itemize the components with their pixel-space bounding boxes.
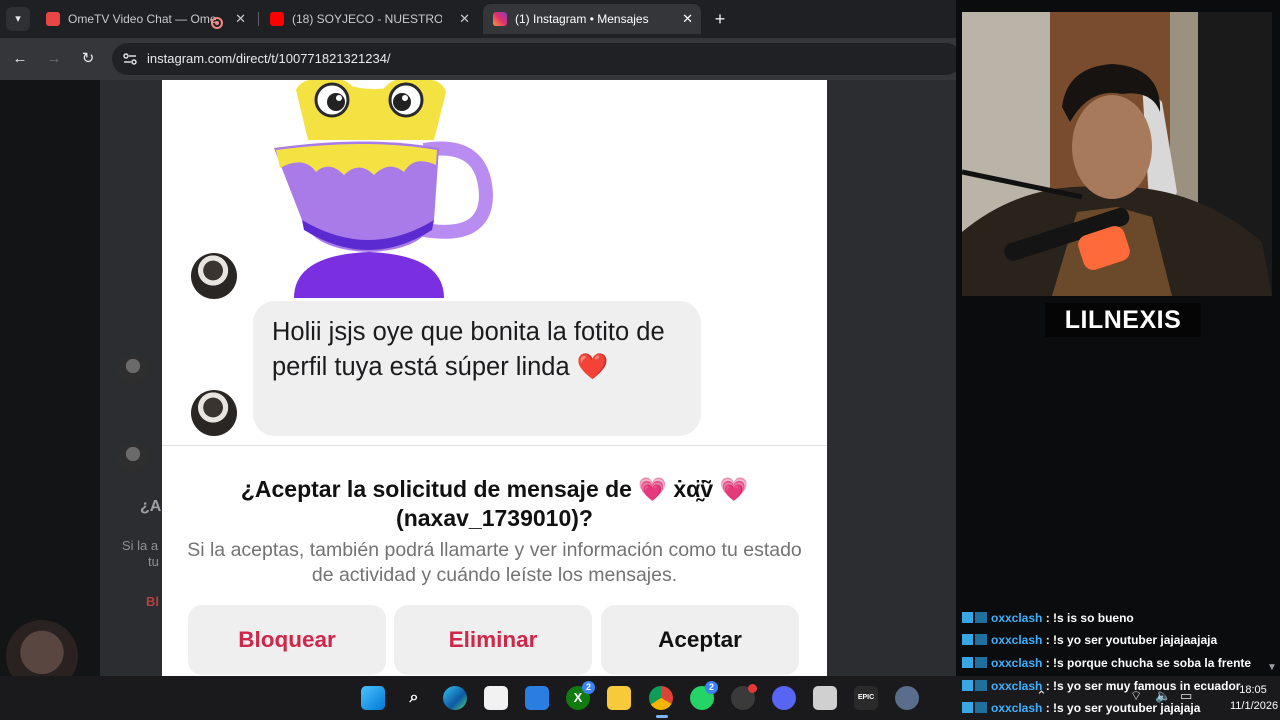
chat-badge-icon bbox=[975, 657, 987, 668]
store-icon[interactable] bbox=[484, 686, 508, 710]
chat-message: : !s yo ser muy famous in ecuador bbox=[1045, 679, 1241, 693]
chat-badge-icon bbox=[975, 702, 987, 713]
chat-badge-icon bbox=[962, 680, 973, 691]
active-app-indicator bbox=[656, 715, 668, 718]
background-text: tu bbox=[148, 554, 159, 569]
request-description: Si la aceptas, también podrá llamarte y … bbox=[187, 539, 802, 586]
app-icon[interactable] bbox=[525, 686, 549, 710]
chat-badge-icon bbox=[962, 634, 973, 645]
background-heading: ¿A bbox=[140, 498, 162, 515]
chat-message: : !s porque chucha se soba la frente bbox=[1045, 656, 1252, 670]
sender-avatar[interactable] bbox=[191, 253, 237, 299]
address-bar[interactable]: instagram.com/direct/t/100771821321234/ bbox=[112, 43, 962, 75]
request-title: ¿Aceptar la solicitud de mensaje de 💗 ẋα… bbox=[240, 476, 749, 531]
notification-badge: 2 bbox=[582, 681, 595, 694]
dim-sidebar bbox=[0, 80, 100, 676]
chat-message: : !s yo ser youtuber jajajaja bbox=[1045, 701, 1201, 715]
discord-icon[interactable] bbox=[772, 686, 796, 710]
close-icon[interactable]: ✕ bbox=[682, 4, 693, 34]
sender-avatar[interactable] bbox=[191, 390, 237, 436]
stream-chat-line: oxxclash : !s is so bueno bbox=[962, 609, 1134, 627]
ometv-icon bbox=[46, 12, 60, 26]
app-icon[interactable] bbox=[813, 686, 837, 710]
chat-badge-icon bbox=[975, 634, 987, 645]
chat-badge-icon bbox=[962, 657, 973, 668]
chat-message: : !s yo ser youtuber jajajaajaja bbox=[1045, 633, 1218, 647]
notification-dot bbox=[748, 684, 757, 693]
url-text: instagram.com/direct/t/100771821321234/ bbox=[147, 51, 391, 66]
chat-badge-icon bbox=[975, 612, 987, 623]
chat-username: oxxclash bbox=[991, 701, 1043, 715]
avatar bbox=[118, 442, 148, 472]
tab-search-button[interactable]: ▾ bbox=[6, 7, 30, 31]
chrome-icon[interactable] bbox=[649, 686, 673, 710]
background-action: Bl bbox=[146, 594, 159, 609]
streamer-name-label: LILNEXIS bbox=[1045, 303, 1201, 337]
epic-games-icon[interactable]: EPIC bbox=[854, 686, 878, 710]
file-explorer-icon[interactable] bbox=[607, 686, 631, 710]
message-text: Holii jsjs oye que bonita la fotito de p… bbox=[272, 318, 665, 381]
new-tab-button[interactable]: + bbox=[708, 7, 732, 31]
message-request-panel: Holii jsjs oye que bonita la fotito de p… bbox=[162, 80, 827, 676]
tab-youtube[interactable]: (18) SOYJECO - NUESTRO AMO ✕ bbox=[260, 4, 478, 34]
tab-ometv[interactable]: OmeTV Video Chat — Ome ✕ bbox=[36, 4, 254, 34]
site-info-icon[interactable] bbox=[122, 51, 138, 67]
stream-chat-line: oxxclash : !s yo ser muy famous in ecuad… bbox=[962, 677, 1240, 695]
chat-badge-icon bbox=[975, 680, 987, 691]
tab-instagram[interactable]: (1) Instagram • Mensajes ✕ bbox=[483, 4, 701, 34]
stream-chat-line: oxxclash : !s yo ser youtuber jajajaajaj… bbox=[962, 631, 1217, 649]
chat-badge-icon bbox=[962, 612, 973, 623]
accept-button[interactable]: Aceptar bbox=[601, 605, 799, 675]
chat-username: oxxclash bbox=[991, 611, 1043, 625]
forward-icon[interactable]: → bbox=[42, 47, 66, 71]
delete-button[interactable]: Eliminar bbox=[394, 605, 592, 675]
start-icon[interactable] bbox=[361, 686, 385, 710]
tab-title: (1) Instagram • Mensajes bbox=[515, 12, 649, 26]
stream-chat-line: oxxclash : !s yo ser youtuber jajajaja bbox=[962, 699, 1200, 717]
chat-username: oxxclash bbox=[991, 679, 1043, 693]
message-bubble: Holii jsjs oye que bonita la fotito de p… bbox=[253, 301, 701, 436]
stream-chat-line: oxxclash : !s porque chucha se soba la f… bbox=[962, 654, 1251, 672]
chat-message: : !s is so bueno bbox=[1045, 611, 1134, 625]
webcam-image bbox=[962, 12, 1272, 296]
close-icon[interactable]: ✕ bbox=[459, 4, 470, 34]
webcam-feed bbox=[962, 12, 1272, 296]
close-icon[interactable]: ✕ bbox=[235, 4, 246, 34]
divider bbox=[162, 445, 827, 446]
browser-tab-strip: ▾ OmeTV Video Chat — Ome ✕ (18) SOYJECO … bbox=[0, 0, 956, 38]
recording-icon bbox=[211, 17, 223, 29]
tab-title: (18) SOYJECO - NUESTRO AMO bbox=[292, 12, 442, 26]
settings-icon[interactable] bbox=[895, 686, 919, 710]
back-icon[interactable]: ← bbox=[8, 47, 32, 71]
browser-toolbar: ← → ↻ instagram.com/direct/t/10077182132… bbox=[0, 38, 962, 80]
chevron-down-icon: ▼ bbox=[1267, 662, 1277, 673]
tab-separator bbox=[258, 12, 259, 26]
chat-username: oxxclash bbox=[991, 633, 1043, 647]
tab-title: OmeTV Video Chat — Ome bbox=[68, 12, 217, 26]
page-viewport: ¿A Si la a tu Bl Holii jsjs oye que boni… bbox=[0, 80, 956, 676]
avatar bbox=[118, 354, 148, 384]
reload-icon[interactable]: ↻ bbox=[76, 47, 100, 71]
frog-cup-sticker bbox=[274, 80, 494, 298]
youtube-icon bbox=[270, 12, 284, 26]
notification-badge: 2 bbox=[705, 681, 718, 694]
search-icon[interactable]: ⌕ bbox=[402, 686, 426, 710]
instagram-icon bbox=[493, 12, 507, 26]
edge-icon[interactable] bbox=[443, 686, 467, 710]
block-button[interactable]: Bloquear bbox=[188, 605, 386, 675]
clock-date: 11/1/2026 bbox=[1230, 700, 1279, 712]
chat-badge-icon bbox=[962, 702, 973, 713]
chat-username: oxxclash bbox=[991, 656, 1043, 670]
background-text: Si la a bbox=[122, 538, 159, 553]
